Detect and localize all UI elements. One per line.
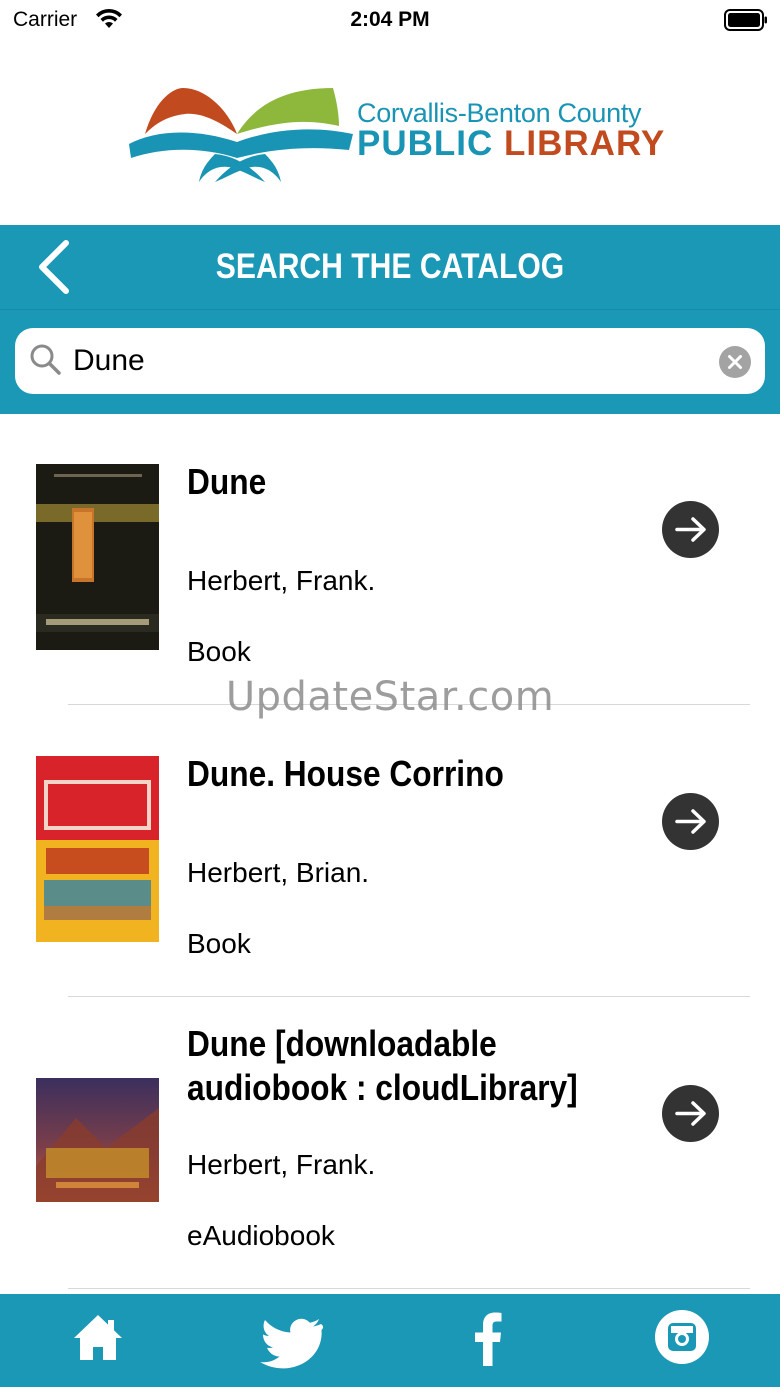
book-cover-image — [36, 756, 159, 947]
tab-facebook[interactable] — [427, 1294, 547, 1387]
list-item[interactable]: Dune [downloadable audiobook : cloudLibr… — [0, 997, 780, 1289]
logo-library: LIBRARY — [504, 124, 666, 163]
result-format: Book — [187, 928, 251, 959]
chevron-left-icon — [39, 240, 69, 294]
list-item[interactable]: Dune Herbert, Frank. Book — [0, 413, 780, 705]
result-format: eAudiobook — [187, 1220, 335, 1251]
close-icon — [728, 355, 742, 369]
facebook-icon — [475, 1312, 502, 1366]
result-title: Dune. House Corrino — [187, 753, 504, 794]
tab-instagram[interactable] — [622, 1294, 742, 1387]
home-icon — [74, 1315, 122, 1360]
instagram-icon — [655, 1310, 709, 1364]
page-title: SEARCH THE CATALOG — [215, 247, 565, 286]
arrow-right-icon — [675, 809, 706, 834]
clock: 2:04 PM — [350, 8, 430, 31]
result-format: Book — [187, 636, 251, 667]
list-item[interactable]: Dune. House Corrino Herbert, Brian. Book — [0, 705, 780, 997]
logo-line2: PUBLIC LIBRARY — [357, 124, 665, 164]
result-author: Herbert, Frank. — [187, 565, 376, 596]
tab-twitter[interactable] — [233, 1294, 353, 1387]
watermark: UpdateStar.com — [225, 674, 555, 720]
search-box[interactable] — [15, 328, 765, 394]
divider — [68, 1288, 750, 1289]
tab-home[interactable] — [38, 1294, 158, 1387]
back-button[interactable] — [34, 239, 78, 295]
arrow-right-icon — [675, 517, 706, 542]
result-title: Dune [downloadable audiobook : cloudLibr… — [187, 1022, 578, 1110]
audiobook-cover-image — [36, 1078, 159, 1207]
tab-bar — [0, 1294, 780, 1387]
logo-public: PUBLIC — [357, 124, 494, 163]
result-author: Herbert, Frank. — [187, 1149, 376, 1180]
twitter-icon — [260, 1318, 324, 1369]
view-details-button[interactable] — [662, 793, 719, 850]
status-bar: Carrier 2:04 PM — [0, 0, 780, 40]
result-title-line1: Dune [downloadable — [187, 1023, 497, 1064]
view-details-button[interactable] — [662, 1085, 719, 1142]
arrow-right-icon — [675, 1101, 706, 1126]
search-input[interactable] — [73, 328, 693, 394]
book-cover-image — [36, 464, 159, 655]
view-details-button[interactable] — [662, 501, 719, 558]
library-logo: Corvallis-Benton County PUBLIC LIBRARY — [125, 82, 665, 184]
search-bar-container — [0, 309, 780, 414]
clear-search-button[interactable] — [719, 346, 751, 378]
open-book-icon — [129, 88, 353, 182]
result-title-line2: audiobook : cloudLibrary] — [187, 1067, 578, 1108]
result-title: Dune — [187, 461, 267, 502]
search-icon — [29, 343, 63, 382]
battery-icon — [724, 9, 768, 36]
nav-header: SEARCH THE CATALOG — [0, 225, 780, 309]
result-author: Herbert, Brian. — [187, 857, 370, 888]
